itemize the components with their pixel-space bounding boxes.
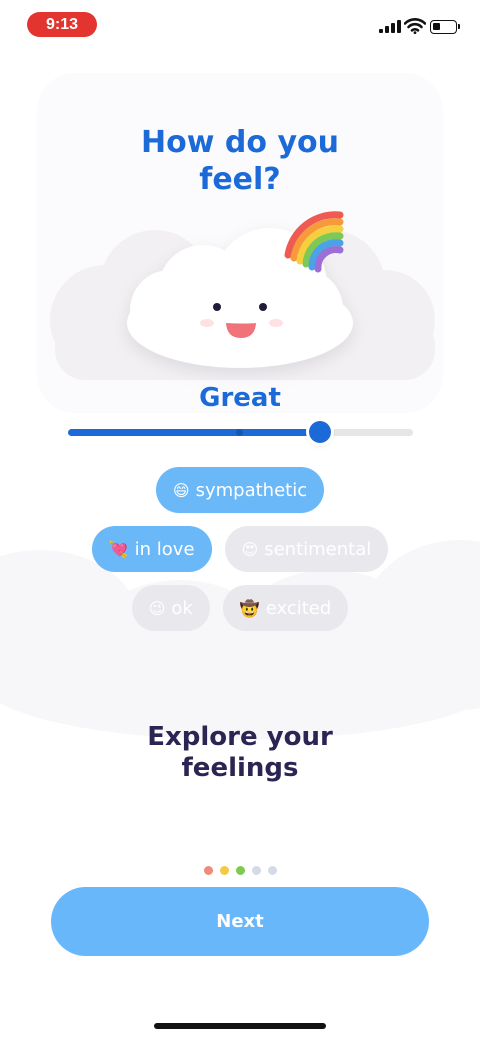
grinning-face-icon: 😄 bbox=[172, 480, 190, 500]
pagination-dot bbox=[219, 866, 229, 875]
mood-label: Great bbox=[199, 383, 281, 413]
chip-sentimental[interactable]: 😍 sentimental bbox=[224, 526, 389, 572]
cellular-signal-icon bbox=[379, 19, 401, 33]
chip-label: excited bbox=[265, 597, 332, 619]
slider-tick bbox=[236, 429, 243, 436]
pagination-dot bbox=[203, 866, 213, 875]
chip-in-love[interactable]: 💘 in love bbox=[91, 526, 212, 572]
battery-icon bbox=[430, 20, 460, 34]
chip-excited[interactable]: 🤠 excited bbox=[222, 585, 349, 631]
chip-label: in love bbox=[134, 538, 195, 560]
chip-ok[interactable]: 😉 ok bbox=[131, 585, 210, 631]
status-time: 9:13 bbox=[27, 12, 97, 37]
winking-face-icon: 😉 bbox=[148, 598, 166, 618]
page-title: How do you feel? bbox=[141, 125, 339, 197]
happy-cloud-illustration bbox=[50, 211, 435, 380]
chip-label: sentimental bbox=[264, 538, 372, 560]
wifi-icon bbox=[404, 18, 426, 34]
slider-fill bbox=[68, 429, 320, 436]
next-button[interactable]: Next bbox=[51, 887, 429, 956]
chip-label: sympathetic bbox=[195, 479, 308, 501]
pagination-dot bbox=[235, 866, 245, 875]
mood-slider[interactable] bbox=[68, 418, 413, 448]
pagination-dot bbox=[267, 866, 277, 875]
slider-thumb[interactable] bbox=[309, 421, 331, 443]
status-bar: 9:13 bbox=[0, 0, 480, 48]
chip-sympathetic[interactable]: 😄 sympathetic bbox=[155, 467, 325, 513]
onboarding-headline: Explore your feelings bbox=[147, 722, 333, 783]
heart-eyes-icon: 😍 bbox=[241, 539, 259, 559]
heart-arrow-icon: 💘 bbox=[108, 539, 129, 559]
chip-label: ok bbox=[171, 597, 193, 619]
cowboy-face-icon: 🤠 bbox=[239, 598, 260, 618]
home-indicator bbox=[154, 1023, 326, 1029]
pagination-dots bbox=[0, 866, 480, 875]
pagination-dot bbox=[251, 866, 261, 875]
feeling-chips: 😄 sympathetic 💘 in love 😍 sentimental 😉 … bbox=[0, 467, 480, 644]
